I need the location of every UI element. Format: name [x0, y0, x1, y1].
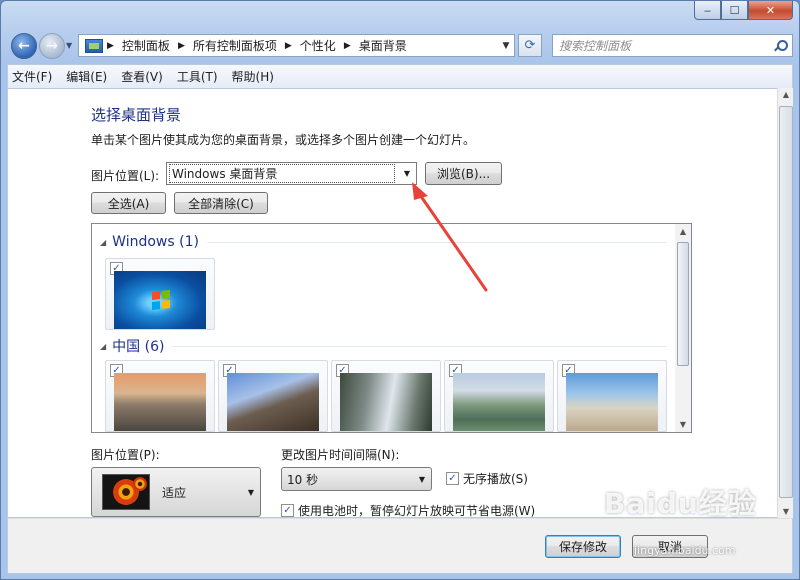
gallery-scrollbar[interactable]: ▲ ▼: [675, 224, 691, 432]
scroll-thumb[interactable]: [677, 242, 689, 366]
wallpaper-gallery[interactable]: ◢ Windows (1) ✓ ◢ 中国 (6) ✓ ✓ ✓ ✓ ✓ ▲ ▼: [91, 223, 692, 433]
beach-rocks-image: [566, 373, 658, 431]
address-bar[interactable]: ▶ 控制面板 ▶ 所有控制面板项 ▶ 个性化 ▶ 桌面背景 ▼: [78, 34, 515, 57]
arrow-right-icon: →: [46, 38, 58, 54]
search-input[interactable]: 搜索控制面板: [552, 34, 793, 57]
flower-preview-image: [102, 474, 150, 510]
rice-terraces-image: [453, 373, 545, 431]
interval-value: 10 秒: [287, 472, 319, 487]
menu-edit[interactable]: 编辑(E): [66, 68, 107, 85]
arrow-left-icon: ←: [18, 38, 30, 54]
picture-location-label: 图片位置(L):: [91, 169, 160, 183]
menu-file[interactable]: 文件(F): [12, 68, 52, 85]
save-changes-button[interactable]: 保存修改: [545, 535, 621, 558]
group-title: Windows (1): [112, 234, 199, 250]
refresh-button[interactable]: ⟳: [518, 34, 542, 57]
clear-all-button[interactable]: 全部清除(C): [174, 192, 268, 214]
group-header-windows[interactable]: ◢ Windows (1): [100, 234, 667, 250]
breadcrumb-item[interactable]: 桌面背景: [359, 37, 407, 54]
breadcrumb-item[interactable]: 控制面板: [122, 37, 170, 54]
collapse-triangle-icon[interactable]: ◢: [100, 342, 106, 351]
scroll-down-icon[interactable]: ▼: [778, 507, 794, 516]
chevron-down-icon[interactable]: ▼: [419, 475, 425, 484]
breadcrumb-item[interactable]: 所有控制面板项: [193, 37, 277, 54]
picture-location-select[interactable]: Windows 桌面背景 ▼: [166, 162, 417, 185]
wallpaper-tile[interactable]: ✓: [444, 360, 554, 432]
scroll-thumb[interactable]: [779, 106, 793, 498]
wallpaper-tile[interactable]: ✓: [557, 360, 667, 432]
close-button[interactable]: ✕: [748, 1, 793, 20]
position-label: 图片位置(P):: [91, 448, 160, 462]
forward-button[interactable]: →: [39, 33, 65, 59]
select-all-button[interactable]: 全选(A): [91, 192, 166, 214]
group-divider: [172, 345, 667, 347]
picture-location-value: Windows 桌面背景: [169, 164, 395, 183]
maximize-button[interactable]: ☐: [721, 1, 748, 20]
checkmark-icon[interactable]: ✓: [281, 504, 294, 517]
menu-help[interactable]: 帮助(H): [232, 68, 274, 85]
windows-logo-icon: [152, 290, 170, 310]
breadcrumb-separator-icon[interactable]: ▶: [178, 41, 185, 51]
breadcrumb-separator-icon[interactable]: ▶: [285, 41, 292, 51]
group-header-china[interactable]: ◢ 中国 (6): [100, 336, 667, 356]
minimize-button[interactable]: ‒: [694, 1, 721, 20]
wallpaper-tile[interactable]: ✓: [331, 360, 441, 432]
interval-label: 更改图片时间间隔(N):: [281, 448, 400, 462]
wallpaper-tile[interactable]: ✓: [105, 258, 215, 330]
control-panel-icon: [85, 38, 103, 53]
page-description: 单击某个图片使其成为您的桌面背景，或选择多个图片创建一个幻灯片。: [91, 133, 476, 147]
river-sunset-image: [114, 373, 206, 431]
checkmark-icon[interactable]: ✓: [446, 472, 459, 485]
caption-buttons: ‒ ☐ ✕: [694, 1, 793, 20]
watermark-logo: Baidu经验: [604, 487, 757, 520]
recent-pages-chevron-icon[interactable]: ▼: [66, 41, 72, 50]
search-icon[interactable]: [774, 39, 788, 52]
wallpaper-tile[interactable]: ✓: [105, 360, 215, 432]
page-scrollbar[interactable]: ▲ ▼: [777, 88, 793, 518]
chevron-down-icon[interactable]: ▼: [248, 488, 254, 497]
breadcrumb-separator-icon[interactable]: ▶: [344, 41, 351, 51]
great-wall-image: [227, 373, 319, 431]
misty-mountains-image: [340, 373, 432, 431]
shuffle-checkbox[interactable]: ✓ 无序播放(S): [446, 470, 528, 487]
windows7-wallpaper-image: [114, 271, 206, 329]
menu-bar: 文件(F) 编辑(E) 查看(V) 工具(T) 帮助(H): [7, 64, 793, 88]
wallpaper-tile[interactable]: ✓: [218, 360, 328, 432]
chevron-down-icon[interactable]: ▼: [398, 163, 416, 184]
watermark-url: jingyan.baidu.com: [634, 544, 736, 557]
scroll-up-icon[interactable]: ▲: [778, 90, 794, 99]
breadcrumb-separator-icon[interactable]: ▶: [107, 41, 114, 51]
search-placeholder: 搜索控制面板: [559, 39, 632, 53]
position-value: 适应: [162, 485, 187, 500]
browse-button[interactable]: 浏览(B)...: [425, 162, 502, 185]
battery-checkbox[interactable]: ✓ 使用电池时，暂停幻灯片放映可节省电源(W): [281, 502, 535, 519]
refresh-icon: ⟳: [524, 38, 536, 53]
picture-position-select[interactable]: 适应 ▼: [91, 467, 261, 517]
menu-view[interactable]: 查看(V): [121, 68, 163, 85]
address-dropdown-icon[interactable]: ▼: [498, 41, 514, 51]
collapse-triangle-icon[interactable]: ◢: [100, 238, 106, 247]
battery-label: 使用电池时，暂停幻灯片放映可节省电源(W): [298, 504, 536, 518]
menu-tools[interactable]: 工具(T): [177, 68, 218, 85]
group-divider: [206, 241, 667, 243]
back-button[interactable]: ←: [11, 33, 37, 59]
breadcrumb-item[interactable]: 个性化: [300, 37, 336, 54]
shuffle-label: 无序播放(S): [463, 472, 528, 486]
scroll-down-icon[interactable]: ▼: [675, 420, 691, 429]
group-title: 中国 (6): [112, 339, 165, 355]
scroll-up-icon[interactable]: ▲: [675, 227, 691, 236]
interval-select[interactable]: 10 秒 ▼: [281, 467, 432, 491]
page-title: 选择桌面背景: [91, 106, 182, 124]
